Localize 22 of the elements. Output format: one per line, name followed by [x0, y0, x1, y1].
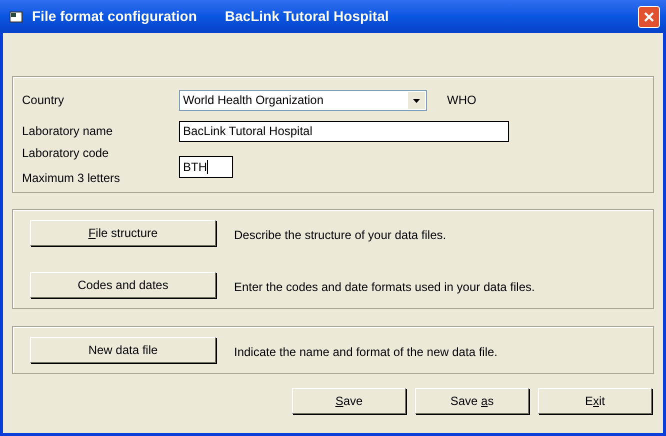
window-icon: [8, 8, 24, 24]
action-description: Indicate the name and format of the new data file.: [234, 344, 498, 361]
dialog-button[interactable]: Save: [292, 388, 406, 414]
action-button[interactable]: File structure: [30, 220, 216, 246]
action-description: Describe the structure of your data files.: [234, 227, 446, 244]
window-title: File format configuration: [32, 7, 197, 26]
laboratory-code-hint: Maximum 3 letters: [22, 170, 122, 187]
country-dropdown[interactable]: World Health Organization: [179, 90, 427, 110]
action-button[interactable]: New data file: [30, 337, 216, 363]
laboratory-name-label: Laboratory name: [22, 123, 114, 140]
action-button[interactable]: Codes and dates: [30, 272, 216, 298]
laboratory-code-field[interactable]: BTH: [179, 156, 233, 178]
laboratory-code-label: Laboratory code: [22, 145, 110, 162]
close-button[interactable]: [638, 6, 660, 28]
country-code: WHO: [447, 92, 476, 109]
action-description: Enter the codes and date formats used in your data files.: [234, 279, 535, 296]
window-subtitle: BacLink Tutoral Hospital: [224, 7, 389, 26]
dialog-button[interactable]: Save as: [415, 388, 529, 414]
country-label: Country: [22, 92, 66, 109]
laboratory-name-field[interactable]: BacLink Tutoral Hospital: [179, 120, 509, 142]
dialog-button[interactable]: Exit: [538, 388, 652, 414]
close-icon: [643, 10, 655, 22]
